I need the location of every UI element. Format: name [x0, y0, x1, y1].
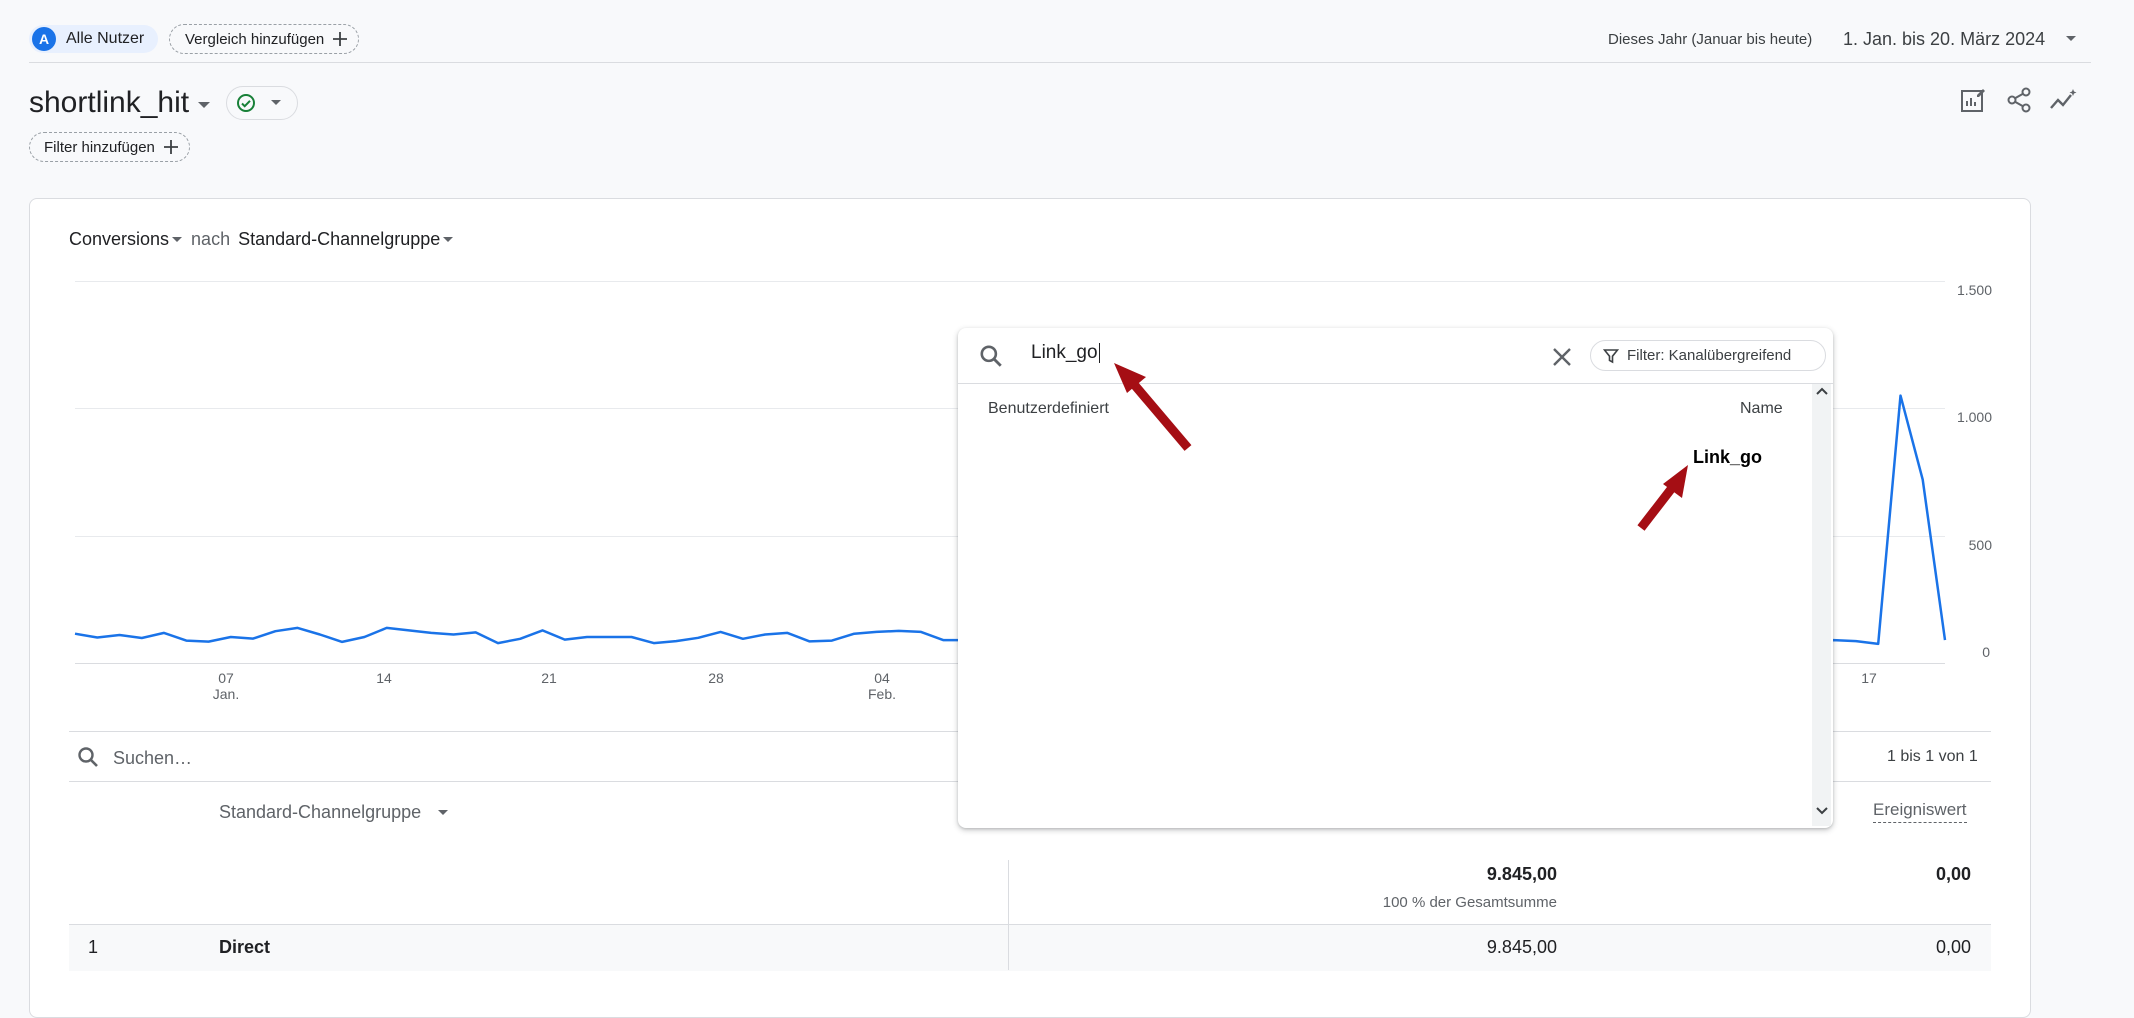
row-value: 0,00 [1935, 937, 1971, 957]
pagination-label: 1 bis 1 von 1 [1887, 748, 1978, 765]
total-conversions: 9.845,00 [1486, 864, 1557, 884]
popup-col-name: Name [1740, 400, 1783, 417]
search-icon [978, 343, 1004, 369]
row-index: 1 [88, 937, 99, 957]
popup-divider [958, 383, 1833, 384]
popup-filter-label: Filter: Kanalübergreifend [1627, 347, 1792, 364]
popup-search-value: Link_go [1031, 342, 1098, 363]
annotation-arrow [1114, 363, 1192, 451]
text-cursor [1098, 342, 1100, 363]
filter-icon [1603, 348, 1619, 364]
search-icon [76, 745, 100, 769]
popup-col-custom: Benutzerdefiniert [988, 400, 1109, 417]
row-channel: Direct [219, 937, 271, 957]
row-conversions: 9.845,00 [1486, 937, 1557, 957]
chevron-down-icon[interactable] [1815, 806, 1829, 816]
popup-scrollbar[interactable] [1812, 384, 1831, 826]
dimension-column-label: Standard-Channelgruppe [219, 802, 422, 822]
table-row[interactable] [69, 924, 1991, 971]
chevron-up-icon[interactable] [1815, 386, 1829, 396]
dimension-column-header[interactable]: Standard-Channelgruppe [219, 802, 449, 823]
popup-filter-chip[interactable]: Filter: Kanalübergreifend [1590, 340, 1826, 371]
column-divider [1008, 924, 1009, 970]
caret-down-icon [437, 809, 449, 817]
close-icon[interactable] [1551, 346, 1573, 368]
popup-search-input[interactable]: Link_go [1031, 342, 1100, 364]
table-search-input[interactable]: Suchen… [113, 748, 192, 769]
value-column-header[interactable]: Ereigniswert [1873, 800, 1967, 823]
total-value: 0,00 [1935, 864, 1971, 884]
total-share: 100 % der Gesamtsumme [1382, 894, 1557, 911]
annotation-arrow [1637, 465, 1688, 531]
popup-result-item[interactable]: Link_go [1693, 447, 1762, 468]
